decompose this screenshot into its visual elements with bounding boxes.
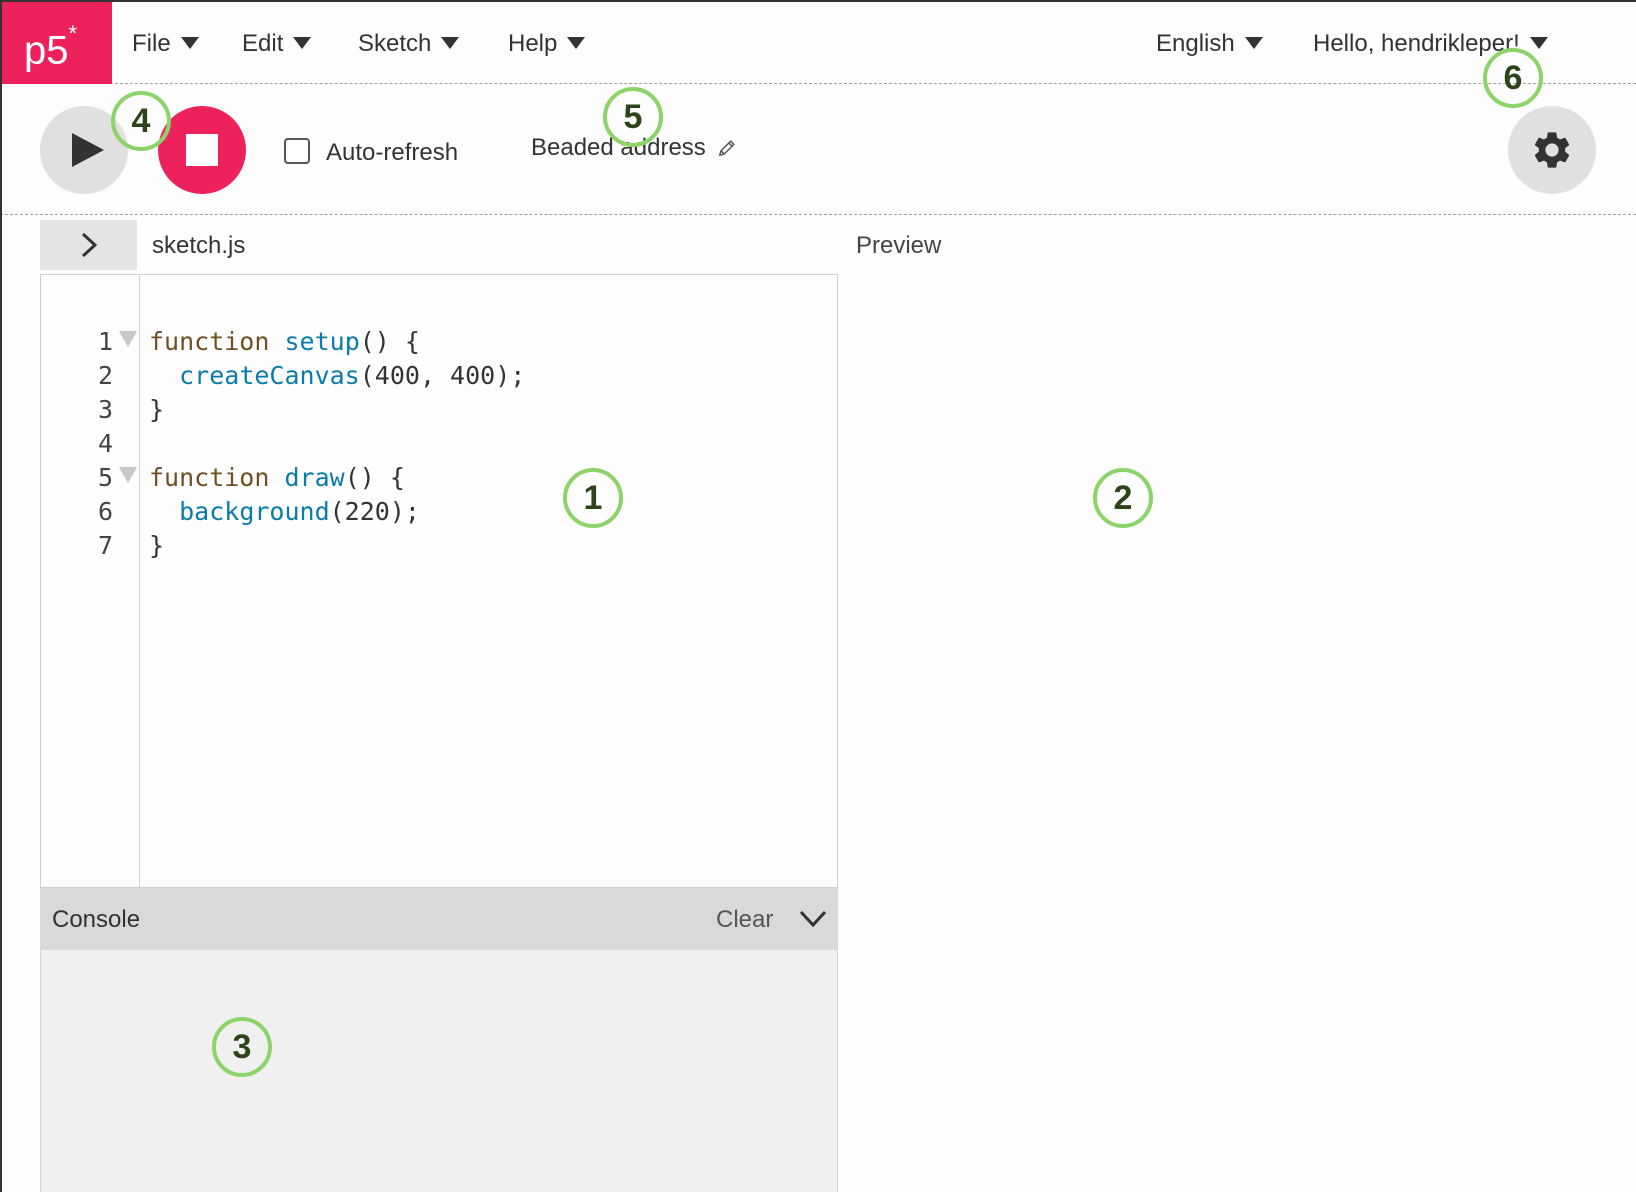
menu-help-label: Help <box>508 30 558 57</box>
caret-down-icon <box>293 36 312 49</box>
menu-edit-label: Edit <box>242 30 284 57</box>
code-function: background <box>179 497 330 526</box>
line-number: 4 <box>97 429 113 458</box>
menu-sketch-label: Sketch <box>358 30 432 57</box>
language-label: English <box>1156 30 1235 57</box>
gear-icon <box>1534 132 1570 168</box>
top-nav: p5* File Edit Sketch Help English Hello,… <box>0 0 1636 84</box>
code-function: createCanvas <box>179 361 360 390</box>
menu-help[interactable]: Help <box>508 0 586 84</box>
annotation-marker: 6 <box>1483 48 1543 108</box>
line-number: 3 <box>97 395 113 424</box>
user-greeting: Hello, hendrikleper! <box>1313 30 1520 57</box>
code-line: } <box>149 395 164 424</box>
annotation-marker: 2 <box>1093 468 1153 528</box>
code-text: () { <box>359 327 420 356</box>
auto-refresh-checkbox[interactable] <box>284 138 310 164</box>
code-text: () { <box>344 463 405 492</box>
caret-down-icon <box>1529 36 1548 49</box>
code-text: (220); <box>329 497 420 526</box>
play-icon <box>72 133 104 167</box>
p5-logo[interactable]: p5* <box>0 0 112 84</box>
auto-refresh-toggle[interactable]: Auto-refresh <box>284 136 458 166</box>
caret-down-icon <box>180 36 199 49</box>
menu-sketch[interactable]: Sketch <box>358 0 460 84</box>
caret-down-icon <box>441 36 460 49</box>
chevron-right-icon <box>81 232 98 258</box>
annotation-marker: 5 <box>603 87 663 147</box>
stop-icon <box>186 134 218 166</box>
code-line: background(220); <box>149 497 420 526</box>
language-menu[interactable]: English <box>1156 0 1263 84</box>
menu-edit[interactable]: Edit <box>242 0 312 84</box>
pencil-icon[interactable] <box>716 137 738 159</box>
auto-refresh-label: Auto-refresh <box>326 139 459 166</box>
line-number: 2 <box>97 361 113 390</box>
line-number: 7 <box>97 531 113 560</box>
fold-arrow-icon[interactable] <box>119 467 137 483</box>
code-line: function draw() { <box>149 463 405 492</box>
chevron-down-icon[interactable] <box>798 908 828 930</box>
menu-file[interactable]: File <box>132 0 199 84</box>
caret-down-icon <box>567 36 586 49</box>
console-clear-button[interactable]: Clear <box>716 906 773 934</box>
logo-text: p5 <box>24 28 69 73</box>
menu-file-label: File <box>132 30 171 57</box>
caret-down-icon <box>1244 36 1263 49</box>
logo-star: * <box>68 21 78 46</box>
annotation-marker: 3 <box>212 1017 272 1077</box>
code-text: (400, 400); <box>359 361 526 390</box>
fold-arrow-icon[interactable] <box>119 331 137 347</box>
toolbar: Auto-refresh Beaded address <box>0 84 1636 215</box>
line-number: 5 <box>97 463 113 492</box>
code-text: } <box>149 531 165 560</box>
code-editor[interactable]: 1 2 3 4 5 6 7 function setup() { createC… <box>40 274 838 888</box>
line-number: 6 <box>97 497 113 526</box>
annotation-marker: 1 <box>563 468 623 528</box>
file-tab-sketch-js[interactable]: sketch.js <box>152 232 245 260</box>
code-function: setup <box>284 327 360 356</box>
code-text: } <box>149 395 165 424</box>
console-output <box>40 950 838 1192</box>
line-number-gutter: 1 2 3 4 5 6 7 <box>41 275 140 887</box>
code-line: } <box>149 531 164 560</box>
code-keyword: function <box>149 327 270 356</box>
code-line: function setup() { <box>149 327 420 356</box>
code-function: draw <box>284 463 345 492</box>
code-line: createCanvas(400, 400); <box>149 361 525 390</box>
line-number: 1 <box>97 327 113 356</box>
sidebar-toggle-button[interactable] <box>40 220 137 270</box>
settings-button[interactable] <box>1508 106 1596 194</box>
preview-label: Preview <box>856 232 942 259</box>
annotation-marker: 4 <box>111 91 171 151</box>
console-header: Console Clear <box>40 888 838 950</box>
console-title: Console <box>52 906 141 933</box>
stop-button[interactable] <box>158 106 246 194</box>
code-keyword: function <box>149 463 270 492</box>
